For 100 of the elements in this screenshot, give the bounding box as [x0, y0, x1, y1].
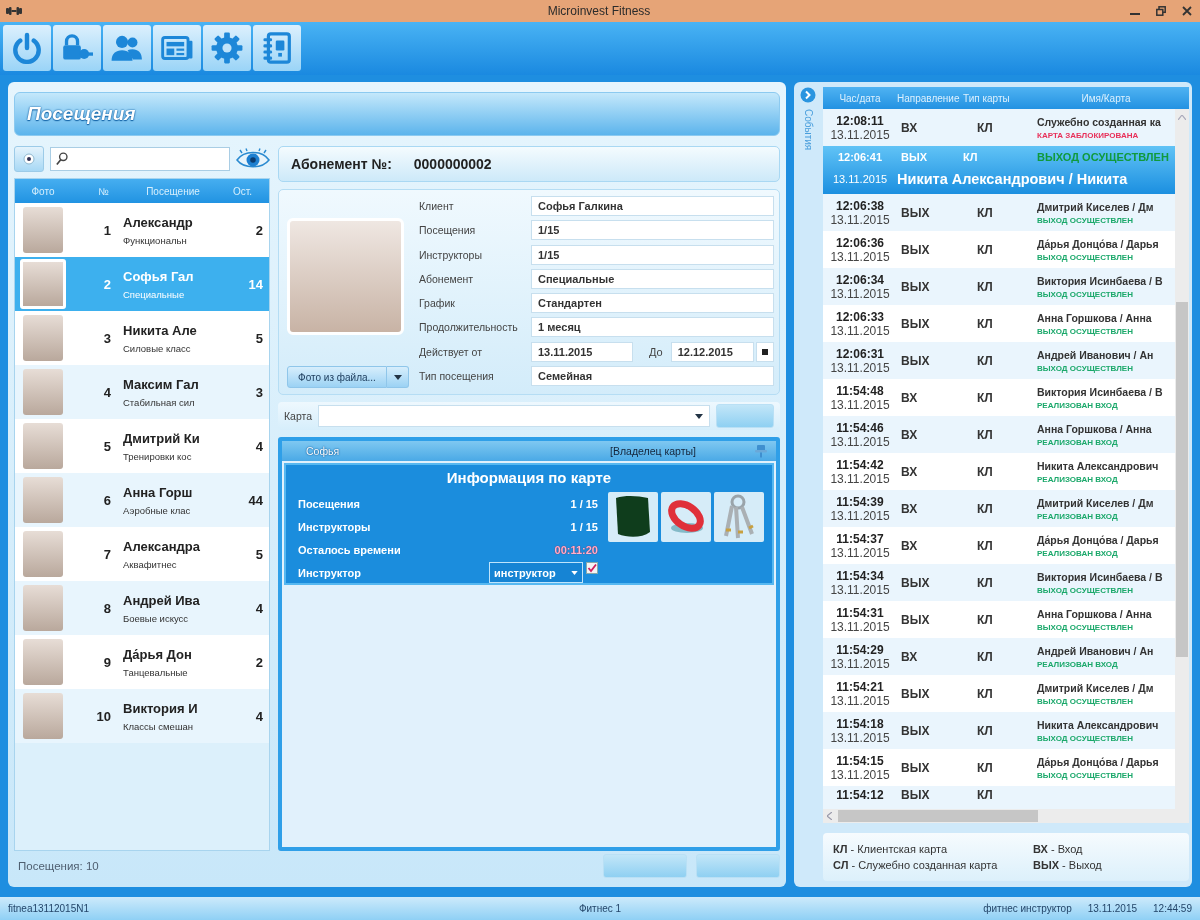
- client-row[interactable]: 7 Александра Аквафитнес 5: [15, 527, 269, 581]
- status-date: 13.11.2015: [1087, 903, 1138, 914]
- client-name: Да́рья Дон: [123, 646, 193, 662]
- event-status: ВЫХОД ОСУЩЕСТВЛЕН: [1037, 696, 1134, 706]
- card-type-cell-text: КЛ: [976, 427, 994, 442]
- caret-up-icon[interactable]: [1178, 115, 1186, 120]
- users-button[interactable]: [103, 25, 151, 71]
- event-date: 13.11.2015: [830, 434, 890, 449]
- client-row[interactable]: 1 Александр Функциональн 2: [15, 203, 269, 257]
- lock-button[interactable]: [53, 25, 101, 71]
- card-info-title: Информация по карте: [446, 469, 612, 486]
- text-field[interactable]: Специальные: [531, 268, 774, 289]
- photo-placeholder: [23, 477, 63, 523]
- direction-cell-text: ВЫХ: [900, 242, 931, 257]
- direction-cell-text: ВЫХ: [900, 686, 931, 701]
- square-icon: [761, 348, 768, 355]
- client-name: Служебно созданная ка: [1037, 115, 1162, 128]
- direction-cell-text: ВХ: [900, 464, 919, 479]
- field-label: Карта: [284, 410, 313, 422]
- text-field[interactable]: Софья Галкина: [531, 196, 774, 216]
- text-field[interactable]: Стандартен: [531, 293, 774, 314]
- visits-left: 2: [254, 222, 264, 238]
- dropdown-button[interactable]: [387, 366, 409, 388]
- text-field[interactable]: 1 месяц: [531, 317, 774, 338]
- direction-cell-text: ВХ: [900, 538, 919, 553]
- date-field[interactable]: 12.12.2015: [670, 341, 754, 362]
- client-name: Максим Гал: [123, 376, 200, 392]
- circle-dot-icon: [23, 153, 35, 165]
- client-name: Никита Александрович: [1037, 459, 1160, 472]
- scrollbar-thumb[interactable]: [838, 810, 1038, 822]
- direction-cell-text: ВХ: [900, 501, 919, 516]
- card-type-cell-text: КЛ: [976, 205, 994, 220]
- newspaper-button[interactable]: [153, 25, 201, 71]
- text-field[interactable]: 1/15: [531, 244, 774, 265]
- client-name: Никита Александрович / Никита: [897, 171, 1129, 187]
- client-name: Виктория Исинбаева / В: [1037, 385, 1164, 398]
- card-type-cell-text: КЛ: [963, 151, 979, 163]
- event-time: 11:54:48: [836, 383, 884, 398]
- search-field[interactable]: [50, 147, 230, 171]
- direction-cell-text: ВЫХ: [900, 316, 931, 331]
- chevron-right-icon[interactable]: [800, 87, 816, 103]
- client-row[interactable]: 6 Анна Горш Аэробные клас 44: [15, 473, 269, 527]
- client-name: Никита Александрович: [1037, 718, 1160, 731]
- restore-icon[interactable]: [1156, 6, 1166, 16]
- client-row[interactable]: 4 Максим Гал Стабильная сил 3: [15, 365, 269, 419]
- scrollbar-thumb[interactable]: [1176, 302, 1188, 657]
- card-type-cell-text: КЛ: [976, 723, 994, 738]
- row-number: 3: [102, 330, 112, 346]
- card-type-cell-text: КЛ: [976, 316, 994, 331]
- row-number: 5: [102, 438, 112, 454]
- photo-placeholder: [23, 639, 63, 685]
- client-row[interactable]: 8 Андрей Ива Боевые искусс 4: [15, 581, 269, 635]
- event-status: ВЫХОД ОСУЩЕСТВЛЕН: [1037, 289, 1134, 299]
- client-name: Виктория Исинбаева / В: [1037, 274, 1164, 287]
- direction-cell-text: ВХ: [900, 120, 919, 135]
- text-field[interactable]: Семейная: [531, 366, 774, 387]
- direction-cell-text: ВЫХ: [900, 575, 931, 590]
- photo-placeholder: [23, 369, 63, 415]
- field-label: Продолжительность: [419, 321, 519, 334]
- client-row[interactable]: 10 Виктория И Классы смешан 4: [15, 689, 269, 743]
- client-name: Виктория Исинбаева / В: [1037, 570, 1164, 583]
- dumbbell-icon: [6, 6, 22, 16]
- client-name: Дмитрий Ки: [123, 430, 201, 446]
- event-status: ВЫХОД ОСУЩЕСТВЛЕН: [1037, 622, 1134, 632]
- row-number: 6: [102, 492, 112, 508]
- text-field[interactable]: 1/15: [531, 220, 774, 241]
- program-name: Функциональн: [123, 234, 188, 246]
- pin-icon[interactable]: [754, 444, 768, 458]
- photo-button[interactable]: Фото из файла...: [287, 366, 387, 388]
- visits-left: 4: [254, 600, 264, 616]
- close-icon[interactable]: [1182, 6, 1192, 16]
- info-label: Инструкторы: [298, 520, 372, 533]
- settings-button[interactable]: [203, 25, 251, 71]
- caret-icon: [393, 374, 402, 380]
- card-type-cell-text: КЛ: [976, 538, 994, 553]
- event-time: 11:54:37: [836, 531, 884, 546]
- event-row[interactable]: 11:54:12 ВЫХ КЛ: [823, 786, 1175, 809]
- photo-placeholder: [23, 531, 63, 577]
- eye-icon[interactable]: [236, 148, 270, 170]
- notebook-button[interactable]: [253, 25, 301, 71]
- event-time: 11:54:18: [836, 716, 884, 731]
- card-type-cell-text: КЛ: [976, 760, 994, 775]
- direction-cell-text: ВЫХ: [900, 353, 931, 368]
- program-name: Танцевальные: [123, 666, 189, 678]
- caret-left-icon[interactable]: [827, 812, 832, 820]
- client-row[interactable]: 3 Никита Але Силовые класс 5: [15, 311, 269, 365]
- power-button[interactable]: [3, 25, 51, 71]
- circle-dot-button[interactable]: [14, 146, 44, 172]
- event-date: 13.11.2015: [830, 397, 890, 412]
- checkbox[interactable]: [586, 562, 598, 574]
- date-picker-button[interactable]: [755, 341, 774, 362]
- client-name: Андрей Иванович / Ан: [1037, 348, 1155, 361]
- client-row[interactable]: 5 Дмитрий Ки Тренировки кос 4: [15, 419, 269, 473]
- date-field[interactable]: 13.11.2015: [531, 341, 633, 362]
- legend-item: КЛ - Клиентская карта: [833, 842, 949, 857]
- event-status: ВЫХОД ОСУЩЕСТВЛЕН: [1037, 151, 1170, 163]
- event-status: ВЫХОД ОСУЩЕСТВЛЕН: [1037, 215, 1134, 225]
- client-row[interactable]: 9 Да́рья Дон Танцевальные 2: [15, 635, 269, 689]
- instructor-dropdown[interactable]: инструктор: [489, 562, 583, 583]
- bracelet-icon: [661, 492, 711, 542]
